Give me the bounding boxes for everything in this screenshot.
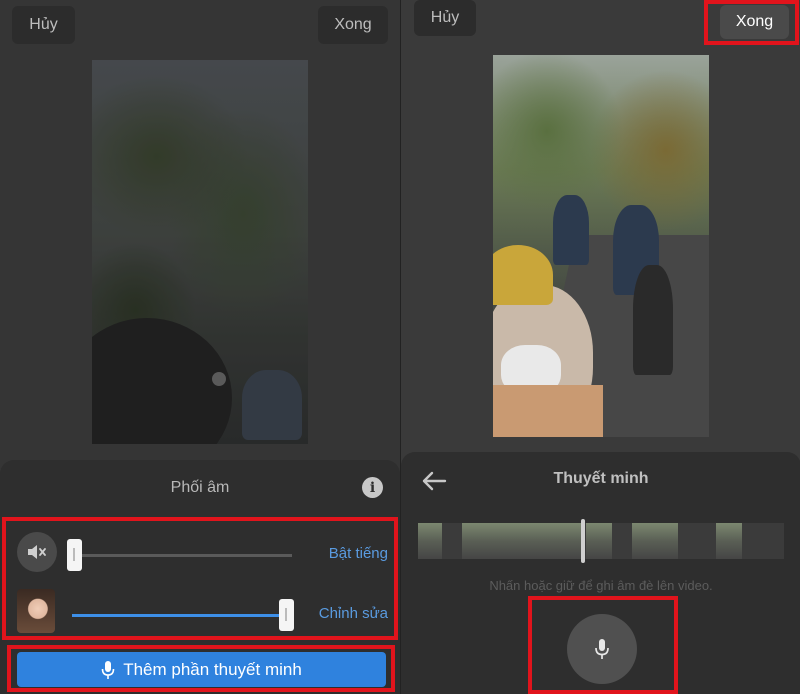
cancel-button[interactable]: Hủy [414, 0, 476, 36]
highlight-box-record [528, 596, 678, 694]
original-audio-row: Bật tiếng [6, 529, 394, 579]
mute-icon[interactable] [17, 532, 57, 572]
narration-volume-track[interactable] [72, 614, 292, 617]
narration-volume-knob[interactable] [279, 599, 294, 631]
sheet-title: Phối âm [170, 479, 230, 496]
narration-volume-fill [72, 614, 292, 617]
done-button[interactable]: Xong [720, 5, 789, 39]
done-button[interactable]: Xong [318, 6, 388, 44]
narration-thumbnail[interactable] [17, 589, 55, 633]
record-hint: Nhấn hoặc giữ để ghi âm đè lên video. [489, 578, 713, 593]
original-volume-knob[interactable] [67, 539, 82, 571]
info-icon[interactable]: i [362, 477, 383, 498]
mic-icon [101, 660, 115, 679]
video-preview [493, 55, 709, 437]
narration-sheet: Thuyết minh Nhấn hoặc giữ để ghi âm đè l… [401, 452, 800, 694]
timeline-playhead[interactable] [581, 519, 585, 563]
highlight-box-done: Xong [704, 0, 799, 45]
video-timeline[interactable] [418, 523, 784, 559]
record-button[interactable] [567, 614, 637, 684]
left-screen: Hủy Xong Phối âm i Bật tiếng Chỉnh sửa T… [0, 0, 400, 694]
narration-audio-row: Chỉnh sửa [6, 589, 394, 639]
add-narration-label: Thêm phần thuyết minh [123, 659, 302, 679]
unmute-link[interactable]: Bật tiếng [329, 545, 388, 562]
mic-icon [595, 639, 609, 659]
right-screen: Hủy Xong Thuyết minh Nhấn hoặc giữ để gh… [400, 0, 800, 694]
highlight-box-add-narration: Thêm phần thuyết minh [7, 645, 395, 692]
video-preview [92, 60, 308, 444]
highlight-box-sliders: Bật tiếng Chỉnh sửa [2, 517, 398, 640]
sheet-title: Thuyết minh [553, 470, 649, 487]
cancel-button[interactable]: Hủy [12, 6, 75, 44]
edit-link[interactable]: Chỉnh sửa [319, 605, 388, 622]
audio-mix-sheet: Phối âm i Bật tiếng Chỉnh sửa Thêm phần … [0, 460, 400, 694]
add-narration-button[interactable]: Thêm phần thuyết minh [17, 652, 386, 687]
original-volume-track[interactable] [72, 554, 292, 557]
